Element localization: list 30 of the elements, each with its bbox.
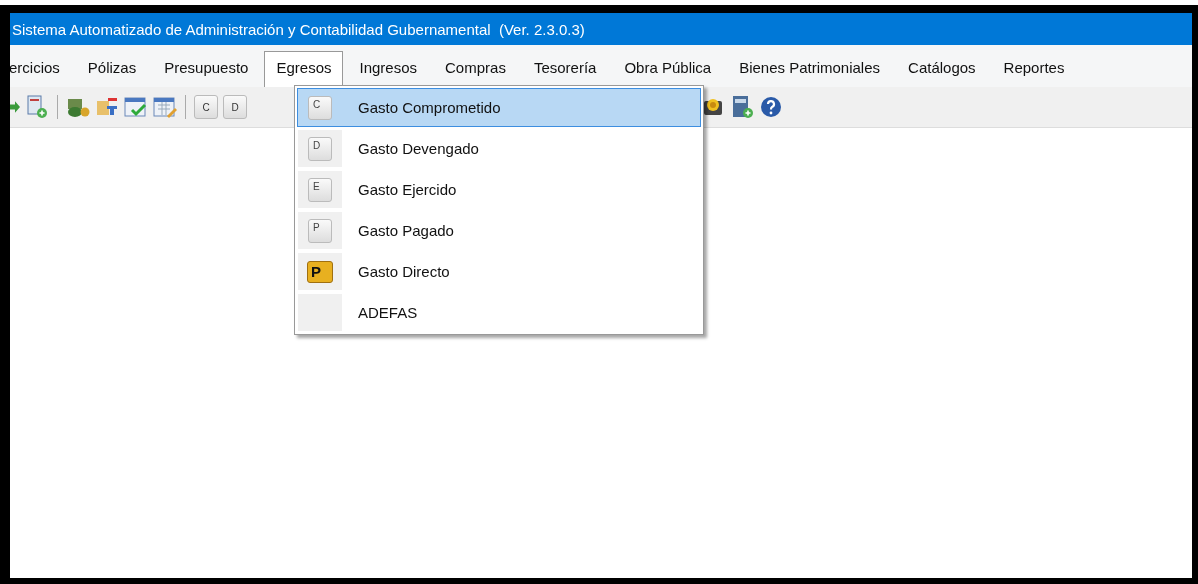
menu-item[interactable]: Egresos — [264, 51, 344, 87]
document-add-icon[interactable] — [25, 95, 49, 119]
key-icon: C — [308, 95, 332, 120]
calendar-edit-icon[interactable] — [153, 95, 177, 119]
menu-item[interactable]: Pólizas — [75, 51, 149, 87]
key-icon: D — [308, 136, 332, 161]
folder-icon: P — [307, 260, 333, 283]
menu-item[interactable]: Reportes — [991, 51, 1077, 87]
window-title: Sistema Automatizado de Administración y Contabilidad Gubernamental (Ver. 2.3.0.3) — [12, 20, 585, 38]
menu-item[interactable]: Ingresos — [347, 51, 430, 87]
menu-item[interactable]: Bienes Patrimoniales — [727, 51, 893, 87]
menu-item[interactable]: ADEFAS — [297, 293, 701, 332]
key-icon: P — [308, 218, 332, 243]
menu-item[interactable]: Tesorería — [521, 51, 609, 87]
menu-item[interactable]: P Gasto Pagado — [297, 211, 701, 250]
help-icon[interactable] — [759, 95, 783, 119]
menu-item[interactable]: D Gasto Devengado — [297, 129, 701, 168]
book-add-icon[interactable] — [730, 95, 754, 119]
key-button[interactable]: C — [194, 95, 218, 119]
menu-item[interactable]: E Gasto Ejercido — [297, 170, 701, 209]
menu-item[interactable]: Compras — [433, 51, 518, 87]
calendar-check-icon[interactable] — [124, 95, 148, 119]
key-button[interactable]: D — [223, 95, 247, 119]
menu-item[interactable]: P Gasto Directo — [297, 252, 701, 291]
menu-item[interactable]: Presupuesto — [152, 51, 261, 87]
key-icon: E — [308, 177, 332, 202]
menu-item[interactable]: Catálogos — [896, 51, 988, 87]
menu-item[interactable]: ercicios — [10, 51, 72, 87]
menu-item[interactable]: C Gasto Comprometido — [297, 88, 701, 127]
menu-item[interactable]: Obra Pública — [612, 51, 724, 87]
